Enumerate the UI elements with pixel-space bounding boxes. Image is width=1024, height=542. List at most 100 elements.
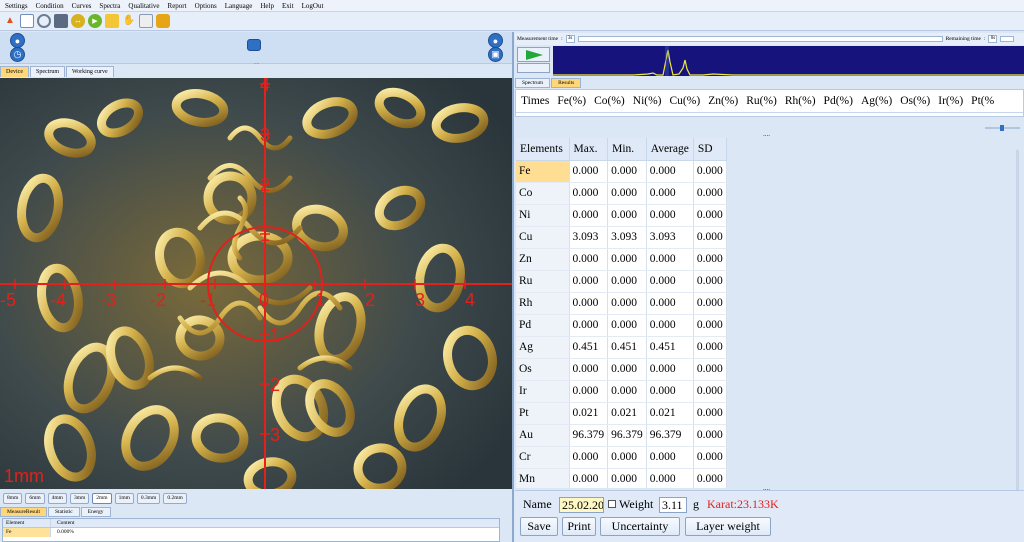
table-row[interactable]: Co 0.000 0.000 0.000 0.000 xyxy=(516,182,727,205)
play-circle-icon[interactable]: ▶ xyxy=(88,14,102,28)
x-axis-tick-label: 3 xyxy=(415,290,425,310)
tab-measureresult[interactable]: MeasureResult xyxy=(0,507,47,517)
menu-item-report[interactable]: Report xyxy=(168,2,187,10)
table-row[interactable]: Ru 0.000 0.000 0.000 0.000 xyxy=(516,270,727,293)
save-button[interactable]: Save xyxy=(520,517,558,536)
monitor-icon[interactable] xyxy=(54,14,68,28)
table-row[interactable]: Fe 0.000 0.000 0.000 0.000 xyxy=(516,160,727,183)
column-header-elements: Elements xyxy=(516,138,570,161)
list-icon[interactable] xyxy=(139,14,153,28)
menu-bar: Settings Condition Curves Spectra Qualitativ… xyxy=(0,0,1024,12)
layer-weight-button[interactable]: Layer weight xyxy=(685,517,771,536)
value-cell: 0.000 xyxy=(607,204,647,227)
weight-field[interactable]: 3.11 xyxy=(659,497,687,513)
element-cell: Fe xyxy=(516,160,570,183)
menu-item-logout[interactable]: LogOut xyxy=(302,2,324,10)
value-cell: 0.000 xyxy=(569,248,609,271)
value-cell: 0.000 xyxy=(646,182,694,205)
table-row[interactable]: Ir 0.000 0.000 0.000 0.000 xyxy=(516,380,727,403)
disc-icon[interactable] xyxy=(37,14,51,28)
table-row[interactable]: Zn 0.000 0.000 0.000 0.000 xyxy=(516,248,727,271)
menu-item-options[interactable]: Options xyxy=(195,2,217,10)
scale-button-4mm[interactable]: 4mm xyxy=(47,492,67,504)
menu-item-qualitative[interactable]: Qualitative xyxy=(128,2,159,10)
splitter-handle[interactable]: .... xyxy=(254,61,259,66)
zoom-slider[interactable] xyxy=(985,125,1020,131)
times-column-header: Pt(% xyxy=(971,95,995,107)
table-row[interactable]: Mn 0.000 0.000 0.000 0.000 xyxy=(516,468,727,488)
tab-results[interactable]: Results xyxy=(551,78,582,88)
menu-item-settings[interactable]: Settings xyxy=(5,2,28,10)
user-icon[interactable]: ● xyxy=(488,33,503,48)
left-tabs: Device Spectrum Working curve xyxy=(0,66,114,77)
value-cell: 0.000 xyxy=(693,204,727,227)
times-column-header: Ni(%) xyxy=(632,95,662,107)
table-row[interactable]: Pd 0.000 0.000 0.000 0.000 xyxy=(516,314,727,337)
menu-item-exit[interactable]: Exit xyxy=(282,2,294,10)
stop-measurement-button[interactable] xyxy=(517,63,550,73)
table-row[interactable]: Ag 0.451 0.451 0.451 0.000 xyxy=(516,336,727,359)
y-axis-tick-label: 1 xyxy=(260,225,270,245)
scale-button-2mm[interactable]: 2mm xyxy=(92,492,112,504)
x-axis-tick-label: 2 xyxy=(365,290,375,310)
table-row[interactable]: Fe 0.000% xyxy=(3,528,499,537)
column-header-element: Element xyxy=(3,519,51,527)
name-field[interactable]: 25.02.202 xyxy=(559,497,604,513)
menu-item-spectra[interactable]: Spectra xyxy=(99,2,120,10)
splitter-handle[interactable]: .... xyxy=(763,130,770,138)
table-row[interactable]: Cr 0.000 0.000 0.000 0.000 xyxy=(516,446,727,469)
arrows-icon[interactable]: ↔ xyxy=(71,14,85,28)
scale-button-6mm[interactable]: 6mm xyxy=(25,492,45,504)
tab-spectrum[interactable]: Spectrum xyxy=(515,78,551,88)
table-row[interactable]: Cu 3.093 3.093 3.093 0.000 xyxy=(516,226,727,249)
table-row[interactable]: Os 0.000 0.000 0.000 0.000 xyxy=(516,358,727,381)
weight-label: Weight xyxy=(619,497,654,511)
tab-statistic[interactable]: Statistic xyxy=(48,507,80,517)
scale-button-8mm[interactable]: 8mm xyxy=(3,492,23,504)
scale-button-0.3mm[interactable]: 0.3mm xyxy=(136,492,161,504)
table-row[interactable]: Rh 0.000 0.000 0.000 0.000 xyxy=(516,292,727,315)
value-cell: 0.000 xyxy=(693,446,727,469)
vertical-scrollbar[interactable] xyxy=(1016,150,1019,490)
print-button[interactable]: Print xyxy=(562,517,596,536)
column-header-sd: SD xyxy=(693,138,727,161)
tab-energy[interactable]: Energy xyxy=(80,507,111,517)
table-row[interactable]: Ni 0.000 0.000 0.000 0.000 xyxy=(516,204,727,227)
lock-icon[interactable]: ▣ xyxy=(488,47,503,62)
clock-icon[interactable]: ◷ xyxy=(10,47,25,62)
scale-button-3mm[interactable]: 3mm xyxy=(69,492,90,504)
fill-icon[interactable] xyxy=(156,14,170,28)
tab-device[interactable]: Device xyxy=(0,66,29,77)
weight-checkbox[interactable] xyxy=(608,500,616,508)
menu-item-curves[interactable]: Curves xyxy=(72,2,92,10)
value-cell: 0.000 xyxy=(646,314,694,337)
elements-statistics-table: Elements Max. Min. Average SD Fe 0.000 0.000 0.… xyxy=(516,138,727,488)
value-cell: 0.000 xyxy=(646,204,694,227)
camera-view[interactable]: -5 -4 -3 -2 -1 0 1 2 3 4 4 3 2 1 1 2 3 1mm xyxy=(0,78,512,489)
element-cell: Ru xyxy=(516,270,570,293)
hand-icon[interactable]: ✋ xyxy=(122,14,136,28)
grid-icon[interactable] xyxy=(247,39,261,51)
table-row[interactable]: Au 96.379 96.379 96.379 0.000 xyxy=(516,424,727,447)
menu-item-language[interactable]: Language xyxy=(225,2,253,10)
start-measurement-button[interactable] xyxy=(517,47,550,62)
karat-value: Karat:23.133K xyxy=(707,497,779,511)
flame-icon[interactable]: ▲ xyxy=(3,14,17,28)
tab-spectrum[interactable]: Spectrum xyxy=(30,66,65,77)
element-cell: Zn xyxy=(516,248,570,271)
menu-item-condition[interactable]: Condition xyxy=(36,2,64,10)
scale-button-1mm[interactable]: 1mm xyxy=(114,492,134,504)
uncertainty-button[interactable]: Uncertainty xyxy=(600,517,680,536)
times-column-header: Zn(%) xyxy=(708,95,739,107)
value-cell: 0.000 xyxy=(693,226,727,249)
scale-button-0.2mm[interactable]: 0.2mm xyxy=(163,492,187,504)
table-row[interactable]: Pt 0.021 0.021 0.021 0.000 xyxy=(516,402,727,425)
element-cell: Fe xyxy=(3,528,51,537)
panel-divider[interactable] xyxy=(512,32,514,542)
export-icon[interactable] xyxy=(105,14,119,28)
menu-item-help[interactable]: Help xyxy=(260,2,274,10)
document-icon[interactable] xyxy=(20,14,34,28)
spectrum-preview[interactable] xyxy=(553,46,1024,76)
tab-working-curve[interactable]: Working curve xyxy=(66,66,114,77)
user-icon[interactable]: ● xyxy=(10,33,25,48)
